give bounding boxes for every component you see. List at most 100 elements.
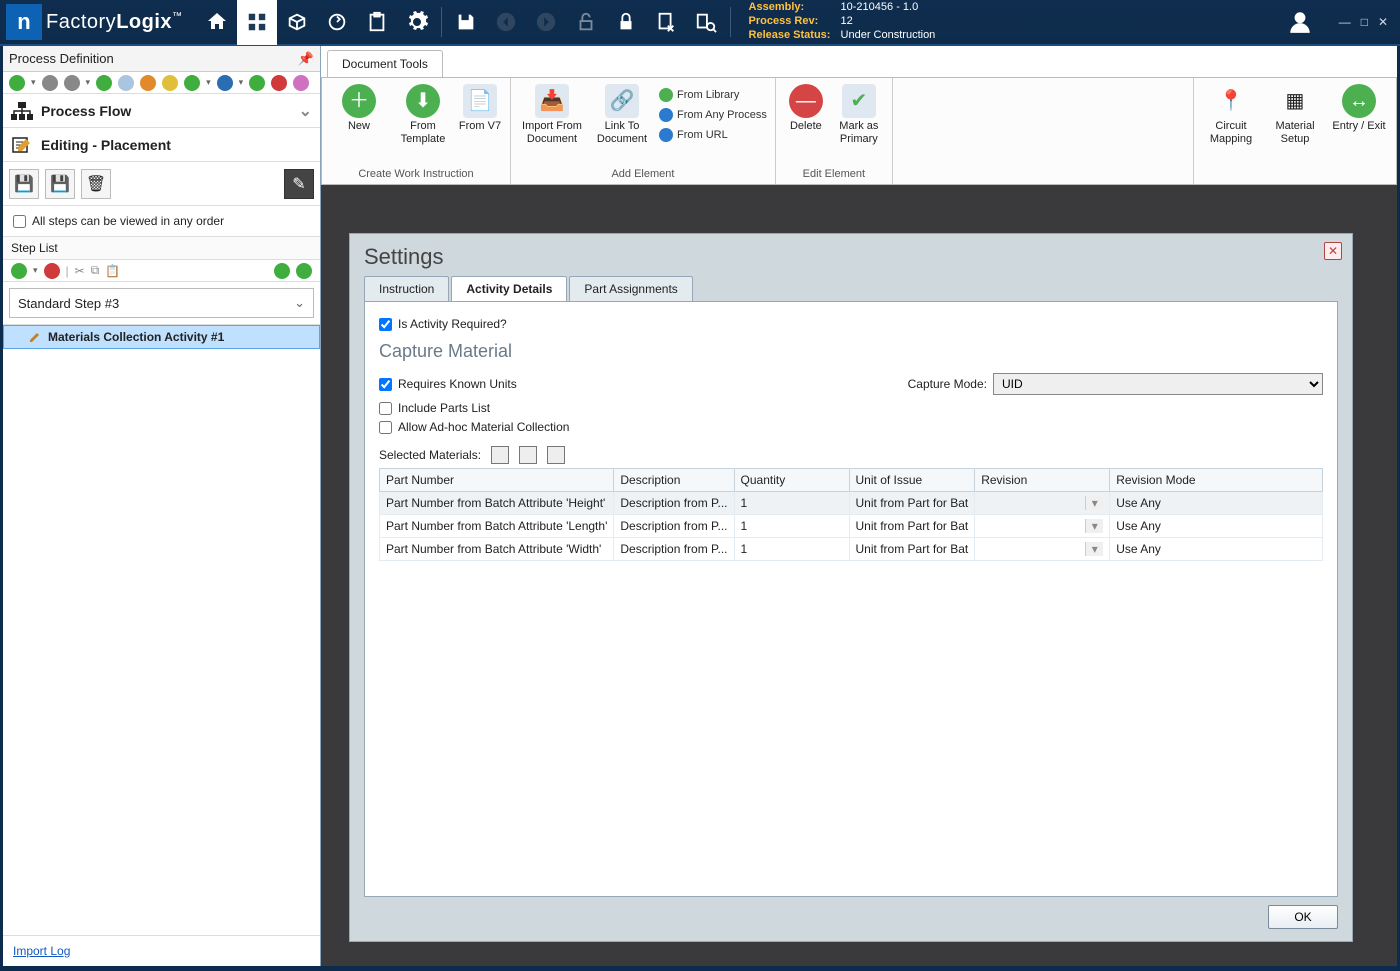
cut-icon[interactable]: ✂ [75, 264, 85, 278]
lock-icon[interactable] [606, 0, 646, 45]
any-order-row[interactable]: All steps can be viewed in any order [3, 206, 320, 237]
ribbon-from-url-button[interactable]: From URL [659, 126, 767, 144]
selmat-btn-2[interactable] [519, 446, 537, 464]
star-icon[interactable] [162, 75, 178, 91]
ribbon-link-doc-button[interactable]: 🔗Link To Document [591, 82, 653, 145]
ribbon-import-doc-button[interactable]: 📥Import From Document [519, 82, 585, 145]
unlock-icon[interactable] [566, 0, 606, 45]
info-icon[interactable] [293, 75, 309, 91]
selmat-btn-1[interactable] [491, 446, 509, 464]
step-add-icon[interactable] [11, 263, 27, 279]
save-step-icon[interactable]: 💾 [9, 169, 39, 199]
col-revision[interactable]: Revision [975, 469, 1110, 492]
ok-button[interactable]: OK [1268, 905, 1338, 929]
col-unit-of-issue[interactable]: Unit of Issue [849, 469, 975, 492]
chevron-down-icon[interactable]: ▾ [1085, 542, 1103, 556]
window-maximize-icon[interactable]: □ [1361, 15, 1368, 29]
col-revision-mode[interactable]: Revision Mode [1110, 469, 1323, 492]
edit-dark-icon[interactable]: ✎ [284, 169, 314, 199]
col-description[interactable]: Description [614, 469, 734, 492]
ribbon-from-v7-button[interactable]: 📄From V7 [458, 82, 502, 133]
print-icon[interactable] [64, 75, 80, 91]
window-minimize-icon[interactable]: — [1339, 15, 1351, 29]
ribbon-from-library-button[interactable]: From Library [659, 86, 767, 104]
ribbon-circuit-button[interactable]: 📍Circuit Mapping [1202, 82, 1260, 145]
col-part-number[interactable]: Part Number [380, 469, 614, 492]
home-icon[interactable] [197, 0, 237, 45]
box-icon[interactable] [277, 0, 317, 45]
paste-icon[interactable]: 📋 [105, 264, 120, 278]
any-order-checkbox[interactable] [13, 215, 26, 228]
flag-icon[interactable] [118, 75, 134, 91]
cell-qty: 1 [734, 538, 849, 561]
table-row[interactable]: Part Number from Batch Attribute 'Length… [380, 515, 1323, 538]
process-flow-row[interactable]: Process Flow ⌄ [3, 94, 320, 128]
search-icon[interactable] [686, 0, 726, 45]
refresh-icon[interactable] [249, 75, 265, 91]
settings-tabs: Instruction Activity Details Part Assign… [364, 276, 1338, 302]
cell-rev[interactable]: ▾ [975, 515, 1110, 538]
doc-x-icon[interactable] [646, 0, 686, 45]
check-icon[interactable] [96, 75, 112, 91]
nav-fwd-icon[interactable] [526, 0, 566, 45]
col-quantity[interactable]: Quantity [734, 469, 849, 492]
settings-close-icon[interactable]: ✕ [1324, 242, 1342, 260]
cell-rev[interactable]: ▾ [975, 538, 1110, 561]
tab-part-assignments[interactable]: Part Assignments [569, 276, 692, 301]
table-row[interactable]: Part Number from Batch Attribute 'Width'… [380, 538, 1323, 561]
grid-module-icon[interactable] [237, 0, 277, 45]
flag2-icon[interactable] [184, 75, 200, 91]
cycle-icon[interactable] [317, 0, 357, 45]
table-row[interactable]: Part Number from Batch Attribute 'Height… [380, 492, 1323, 515]
chevron-down-icon[interactable]: ▾ [1085, 519, 1103, 533]
capture-mode-select[interactable]: UID [993, 373, 1323, 395]
rev-label: Process Rev: [749, 15, 841, 29]
selmat-btn-3[interactable] [547, 446, 565, 464]
trash-icon[interactable]: 🗑 [81, 169, 111, 199]
ribbon-entry-exit-button[interactable]: ↔Entry / Exit [1330, 82, 1388, 133]
copy-icon[interactable]: ⧉ [91, 263, 100, 278]
ribbon-new-button[interactable]: ＋New [330, 82, 388, 133]
save-icon[interactable] [446, 0, 486, 45]
cube-icon[interactable] [217, 75, 233, 91]
tree-item-activity[interactable]: Materials Collection Activity #1 [3, 325, 320, 349]
ribbon-from-template-button[interactable]: ⬇From Template [394, 82, 452, 145]
ribbon-material-setup-button[interactable]: ▦Material Setup [1266, 82, 1324, 145]
step-up-icon[interactable] [274, 263, 290, 279]
nav-back-icon[interactable] [486, 0, 526, 45]
cell-pn: Part Number from Batch Attribute 'Length… [380, 515, 614, 538]
ribbon-delete-button[interactable]: —Delete [784, 82, 828, 133]
standard-step-select[interactable]: Standard Step #3 ⌄ [9, 288, 314, 318]
stop-icon[interactable] [271, 75, 287, 91]
tab-instruction[interactable]: Instruction [364, 276, 449, 301]
import-log-link[interactable]: Import Log [13, 944, 70, 958]
allow-adhoc-checkbox[interactable] [379, 421, 392, 434]
window-close-icon[interactable]: ✕ [1378, 15, 1388, 29]
link-icon[interactable] [42, 75, 58, 91]
import-log-row: Import Log [3, 935, 320, 966]
header-info: Assembly:10-210456 - 1.0 Process Rev:12 … [749, 1, 936, 42]
ribbon-from-any-process-button[interactable]: From Any Process [659, 106, 767, 124]
ribbon-mark-primary-button[interactable]: ✔Mark as Primary [834, 82, 884, 145]
tab-activity-details[interactable]: Activity Details [451, 276, 567, 301]
selected-materials-label: Selected Materials: [379, 448, 481, 462]
cell-rev[interactable]: ▾ [975, 492, 1110, 515]
step-down-icon[interactable] [296, 263, 312, 279]
clipboard-icon[interactable] [357, 0, 397, 45]
is-activity-required-checkbox[interactable] [379, 318, 392, 331]
person-icon[interactable] [140, 75, 156, 91]
pin-icon[interactable]: 📌 [298, 51, 314, 67]
chevron-down-icon[interactable]: ▾ [1085, 496, 1103, 510]
gear-icon[interactable] [397, 0, 437, 45]
download-icon[interactable]: ⌄ [299, 101, 312, 121]
include-parts-checkbox[interactable] [379, 402, 392, 415]
save-blue-icon[interactable]: 💾 [45, 169, 75, 199]
ribbon-circuit-label: Circuit Mapping [1210, 120, 1252, 145]
add-icon[interactable] [9, 75, 25, 91]
ribbon-tab-document-tools[interactable]: Document Tools [327, 50, 443, 77]
step-remove-icon[interactable] [44, 263, 60, 279]
requires-known-units-checkbox[interactable] [379, 378, 392, 391]
standard-step-label: Standard Step #3 [18, 296, 119, 311]
ribbon-from-url-label: From URL [677, 129, 728, 141]
user-icon[interactable] [1283, 5, 1317, 39]
